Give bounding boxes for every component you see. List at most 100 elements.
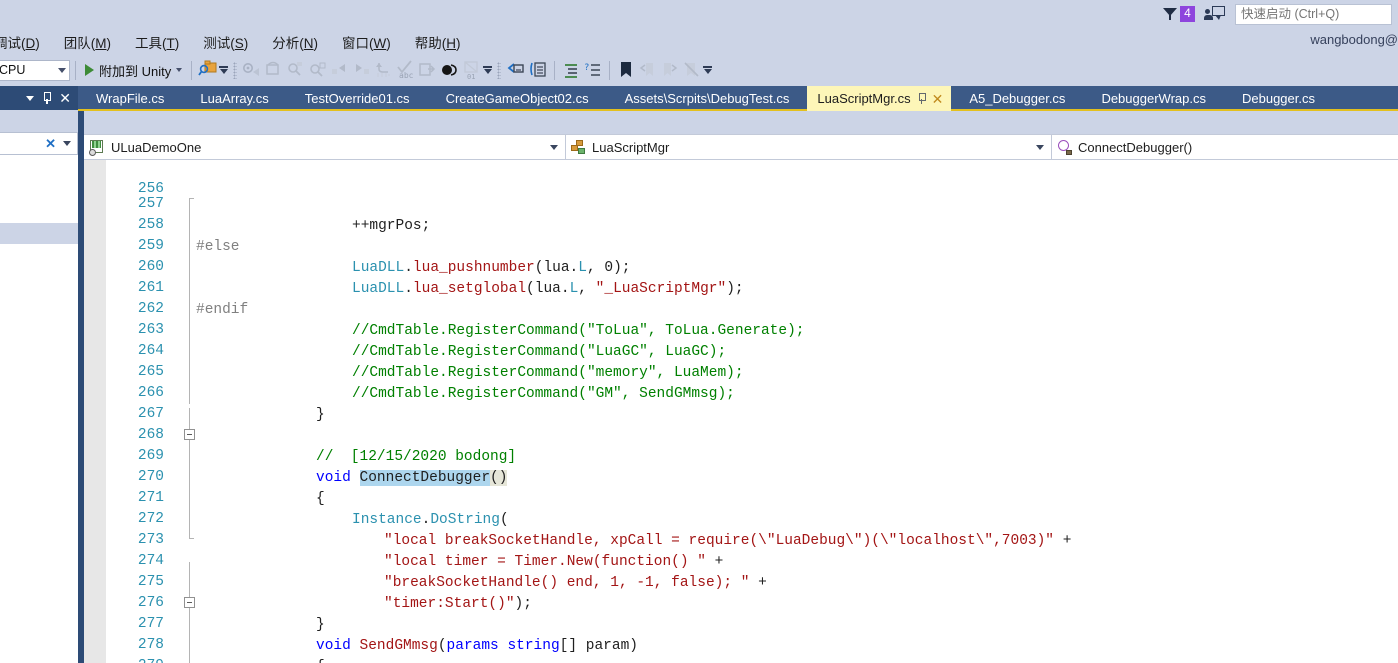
chevron-down-icon[interactable] — [63, 141, 71, 146]
code-line[interactable]: 269 void ConnectDebugger() — [84, 425, 1398, 486]
code-line[interactable]: 258 #else — [84, 194, 1398, 254]
quick-launch-zone: 4 — [1163, 0, 1398, 28]
menu-label: 分析 — [272, 36, 300, 51]
close-icon[interactable]: ✕ — [59, 91, 71, 105]
tab-luaarray[interactable]: LuaArray.cs — [182, 86, 286, 111]
navigation-bar: ULuaDemoOne LuaScriptMgr ConnectDebugger… — [84, 134, 1398, 160]
code-line[interactable]: 261 #endif — [84, 257, 1398, 317]
code-line[interactable]: 268 // [12/15/2020 bodong] — [84, 404, 1398, 464]
menu-item-test[interactable]: 测试(S) — [191, 30, 260, 54]
member-dropdown[interactable]: ConnectDebugger() — [1052, 134, 1398, 160]
toolbar-overflow-icon[interactable] — [219, 60, 229, 80]
code-line[interactable]: 267 — [84, 383, 1398, 422]
code-line[interactable]: 265 //CmdTable.RegisterCommand("GM", Sen… — [84, 341, 1398, 401]
menu-item-team[interactable]: 团队(M) — [52, 30, 123, 54]
svg-text:abc: abc — [399, 71, 414, 80]
menu-mnemonic: W — [373, 36, 387, 51]
chevron-down-icon — [58, 67, 66, 73]
chevron-down-icon[interactable] — [26, 95, 35, 101]
notification-count-badge: 4 — [1180, 6, 1195, 22]
menu-label: 测试 — [203, 36, 231, 51]
tab-wrapfile[interactable]: WrapFile.cs — [78, 86, 182, 111]
tab-luascriptmgr[interactable]: LuaScriptMgr.cs ✕ — [807, 86, 952, 111]
left-tool-window-selected-row[interactable] — [0, 223, 78, 244]
outdent-icon[interactable]: ? — [582, 59, 604, 81]
comment-block-icon[interactable] — [505, 59, 527, 81]
pin-icon[interactable] — [917, 93, 926, 104]
code-line[interactable]: 270 { — [84, 446, 1398, 506]
toolbar-overflow-icon[interactable] — [703, 60, 713, 80]
code-line[interactable]: 262 //CmdTable.RegisterCommand("ToLua", … — [84, 278, 1398, 338]
code-line[interactable]: 280 — [84, 656, 1398, 663]
external-tool-icon — [417, 59, 439, 81]
class-label: LuaScriptMgr — [592, 139, 670, 155]
code-line[interactable]: 274 "breakSocketHandle() end, 1, -1, fal… — [84, 530, 1398, 590]
account-area[interactable]: wangbodong@ — [1310, 28, 1398, 50]
menu-mnemonic: S — [234, 36, 244, 51]
chevron-down-icon — [1036, 144, 1044, 150]
clear-bookmarks-icon — [681, 59, 703, 81]
menu-label: 调试 — [0, 36, 21, 51]
code-line[interactable]: 279 Debugger.Log("SendGMmsg"); — [84, 635, 1398, 663]
code-line[interactable]: 278 { — [84, 614, 1398, 663]
code-line[interactable]: 272 "local breakSocketHandle, xpCall = r… — [84, 488, 1398, 548]
step-over-icon — [263, 59, 285, 81]
toolbar-grip[interactable] — [233, 61, 238, 79]
code-line[interactable]: 257 ++mgrPos; — [84, 173, 1398, 233]
attach-to-unity-button[interactable]: 附加到 Unity — [81, 61, 186, 80]
code-line[interactable]: 264 //CmdTable.RegisterCommand("memory",… — [84, 320, 1398, 380]
left-tool-window-search[interactable]: ✕ — [0, 132, 78, 155]
code-line[interactable]: 266 } — [84, 362, 1398, 422]
svg-text:01: 01 — [467, 73, 475, 81]
code-line[interactable]: 277 void SendGMmsg(params string[] param… — [84, 593, 1398, 653]
toolbar-separator — [75, 60, 76, 80]
tab-a5-debugger[interactable]: A5_Debugger.cs — [951, 86, 1083, 111]
left-tool-window: ✕ ✕ — [0, 86, 78, 663]
toolbar-overflow-icon[interactable] — [483, 60, 493, 80]
step-into-icon — [329, 59, 351, 81]
quick-launch-input[interactable] — [1235, 3, 1392, 25]
close-icon[interactable]: ✕ — [932, 92, 944, 106]
clear-search-icon[interactable]: ✕ — [45, 136, 56, 152]
menu-label: 窗口 — [342, 36, 370, 51]
menu-mnemonic: N — [303, 36, 314, 51]
code-line[interactable]: 275 "timer:Start()"); — [84, 551, 1398, 611]
tab-creategameobject02[interactable]: CreateGameObject02.cs — [428, 86, 607, 111]
code-editor[interactable]: 256 257 ++mgrPos; 258 #else 259 LuaDLL.l… — [84, 160, 1398, 663]
code-line[interactable]: 263 //CmdTable.RegisterCommand("LuaGC", … — [84, 299, 1398, 359]
code-line[interactable]: 273 "local timer = Timer.New(function() … — [84, 509, 1398, 569]
class-icon — [571, 139, 587, 155]
tab-label: LuaScriptMgr.cs — [817, 91, 911, 106]
menu-item-analyze[interactable]: 分析(N) — [260, 30, 330, 54]
tab-label: A5_Debugger.cs — [969, 91, 1066, 106]
notification-indicator[interactable]: 4 — [1163, 6, 1195, 22]
menu-item-help[interactable]: 帮助(H) — [403, 30, 473, 54]
tab-label: DebuggerWrap.cs — [1101, 91, 1206, 106]
project-dropdown[interactable]: ULuaDemoOne — [84, 134, 566, 160]
bookmark-icon[interactable] — [615, 59, 637, 81]
breakpoint-icon[interactable] — [439, 59, 461, 81]
step-out-icon — [351, 59, 373, 81]
tab-debugtest[interactable]: Assets\Scrpits\DebugTest.cs — [607, 86, 808, 111]
tab-label: TestOverride01.cs — [304, 91, 410, 106]
code-line[interactable]: 276 } — [84, 572, 1398, 632]
pin-icon[interactable] — [42, 92, 52, 104]
code-line[interactable]: 260 LuaDLL.lua_setglobal(lua.L, "_LuaScr… — [84, 236, 1398, 296]
chevron-down-icon — [550, 144, 558, 150]
uncomment-block-icon[interactable] — [527, 59, 549, 81]
code-line[interactable]: 271 Instance.DoString( — [84, 467, 1398, 527]
menu-item-tools[interactable]: 工具(T) — [123, 30, 191, 54]
tab-debuggerwrap[interactable]: DebuggerWrap.cs — [1083, 86, 1224, 111]
tab-testoverride01[interactable]: TestOverride01.cs — [287, 86, 428, 111]
code-line[interactable]: 259 LuaDLL.lua_pushnumber(lua.L, 0); — [84, 215, 1398, 275]
menu-item-window[interactable]: 窗口(W) — [330, 30, 403, 54]
funnel-icon — [1163, 7, 1178, 21]
feedback-icon[interactable] — [1204, 6, 1225, 22]
class-dropdown[interactable]: LuaScriptMgr — [566, 134, 1052, 160]
indent-icon[interactable] — [560, 59, 582, 81]
search-magnifier-icon[interactable] — [197, 59, 219, 81]
platform-dropdown[interactable]: CPU — [0, 59, 70, 81]
toolbar-grip[interactable] — [497, 61, 502, 79]
tab-debugger[interactable]: Debugger.cs — [1224, 86, 1333, 111]
menu-item-debug[interactable]: 调试(D) — [0, 30, 52, 54]
